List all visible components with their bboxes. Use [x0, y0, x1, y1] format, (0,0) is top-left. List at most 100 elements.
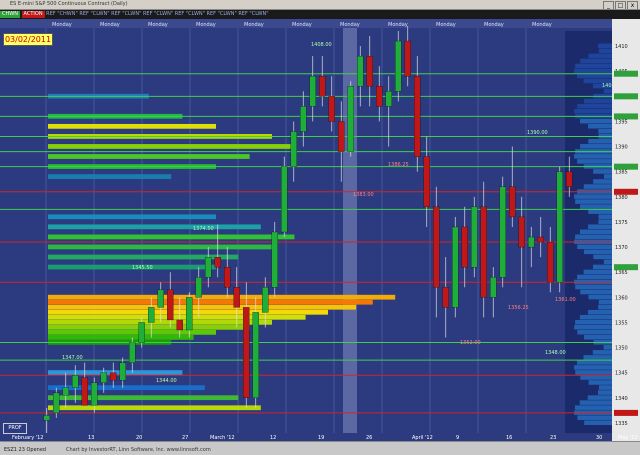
up-candle[interactable]: [195, 277, 202, 298]
up-candle[interactable]: [385, 91, 392, 107]
down-candle[interactable]: [537, 236, 544, 243]
right-profile-bar: [598, 385, 612, 390]
up-candle[interactable]: [281, 166, 288, 233]
up-candle[interactable]: [72, 375, 79, 388]
down-candle[interactable]: [433, 206, 440, 288]
minimize-button[interactable]: _: [603, 1, 614, 9]
up-candle[interactable]: [148, 307, 155, 323]
down-candle[interactable]: [224, 267, 231, 288]
down-candle[interactable]: [366, 55, 373, 87]
right-profile-bar: [584, 335, 612, 340]
right-profile-bar: [574, 154, 612, 159]
y-tick-label: 1345: [615, 371, 628, 377]
up-candle[interactable]: [62, 387, 69, 396]
close-button[interactable]: x: [627, 1, 638, 9]
down-candle[interactable]: [81, 377, 88, 406]
right-profile-bar: [598, 299, 612, 305]
down-candle[interactable]: [243, 307, 250, 398]
up-candle[interactable]: [119, 362, 126, 381]
up-candle[interactable]: [91, 382, 98, 406]
right-profile-bar: [588, 380, 612, 385]
study-list: REF "CHWN" REF "CLWN" REF "CLWN" REF "CL…: [46, 11, 269, 17]
week-header-label: Monday: [52, 22, 72, 28]
price-tag: [614, 113, 638, 120]
up-candle[interactable]: [252, 312, 259, 398]
right-profile-bar: [574, 194, 612, 199]
down-candle[interactable]: [414, 76, 421, 157]
down-candle[interactable]: [442, 287, 449, 308]
up-candle[interactable]: [452, 226, 459, 308]
down-candle[interactable]: [480, 206, 487, 298]
up-candle[interactable]: [357, 55, 364, 87]
down-candle[interactable]: [214, 256, 221, 268]
right-profile-bar: [580, 289, 612, 295]
down-candle[interactable]: [461, 226, 468, 268]
right-profile-bar: [575, 199, 612, 204]
up-candle[interactable]: [309, 76, 316, 107]
up-candle[interactable]: [138, 322, 145, 343]
down-candle[interactable]: [167, 289, 174, 321]
down-candle[interactable]: [404, 40, 411, 77]
down-candle[interactable]: [176, 319, 183, 331]
up-candle[interactable]: [499, 186, 506, 278]
action-button[interactable]: ACTION: [21, 11, 45, 18]
down-candle[interactable]: [376, 86, 383, 107]
price-chart[interactable]: Monday Monday Monday Monday Monday Monday Mond…: [0, 19, 640, 441]
maximize-button[interactable]: □: [615, 1, 626, 9]
right-profile-bar: [588, 53, 612, 59]
up-candle[interactable]: [262, 287, 269, 313]
down-candle[interactable]: [328, 96, 335, 122]
up-candle[interactable]: [271, 231, 278, 288]
up-candle[interactable]: [157, 289, 164, 308]
y-tick-label: 1355: [615, 320, 628, 326]
price-annotation: 1386.25: [388, 162, 409, 168]
up-candle[interactable]: [290, 131, 297, 167]
right-profile-bar: [592, 350, 612, 355]
up-candle[interactable]: [347, 86, 354, 152]
up-candle[interactable]: [490, 277, 497, 298]
chwn-button[interactable]: CHWN: [0, 11, 20, 18]
up-candle[interactable]: [395, 40, 402, 92]
up-candle[interactable]: [100, 372, 107, 383]
down-candle[interactable]: [338, 121, 345, 152]
credit-text: Chart by InvestorRT, Linn Software, Inc.…: [66, 447, 211, 453]
price-tag: [614, 93, 638, 100]
window-title: ES E-mini S&P 500 Continuous Contract (D…: [10, 1, 128, 7]
status-text: ESZ1 23 Opened: [4, 447, 47, 453]
down-candle[interactable]: [566, 171, 573, 187]
volume-profile-bar: [48, 314, 306, 320]
down-candle[interactable]: [233, 287, 240, 308]
right-profile-bar: [597, 390, 612, 395]
down-candle[interactable]: [319, 76, 326, 97]
right-profile-bar: [598, 304, 612, 310]
up-candle[interactable]: [53, 392, 60, 414]
up-candle[interactable]: [300, 106, 307, 132]
down-candle[interactable]: [509, 186, 516, 218]
right-profile-bar: [603, 88, 612, 94]
right-profile-bar: [593, 254, 612, 260]
up-candle[interactable]: [205, 256, 212, 278]
right-profile-bar: [575, 63, 612, 69]
right-profile-bar: [575, 370, 612, 375]
up-candle[interactable]: [528, 236, 535, 248]
y-tick-label: 1395: [615, 119, 628, 125]
up-candle[interactable]: [471, 206, 478, 268]
right-profile-bar: [577, 244, 612, 250]
down-candle[interactable]: [518, 216, 525, 248]
right-profile-bar: [579, 400, 612, 405]
right-profile-bar: [579, 229, 612, 235]
down-candle[interactable]: [110, 372, 117, 381]
price-tag: [614, 188, 638, 195]
week-header-label: Monday: [196, 22, 216, 28]
up-candle[interactable]: [43, 415, 50, 421]
up-candle[interactable]: [129, 342, 136, 363]
down-candle[interactable]: [423, 156, 430, 208]
up-candle[interactable]: [556, 171, 563, 283]
up-candle[interactable]: [186, 297, 193, 331]
right-profile-bar: [583, 184, 612, 189]
prof-button[interactable]: PROF: [3, 423, 27, 434]
y-tick-label: 1385: [615, 170, 628, 176]
down-candle[interactable]: [547, 241, 554, 283]
right-profile-bar: [583, 98, 612, 104]
right-profile-bar: [603, 345, 612, 350]
